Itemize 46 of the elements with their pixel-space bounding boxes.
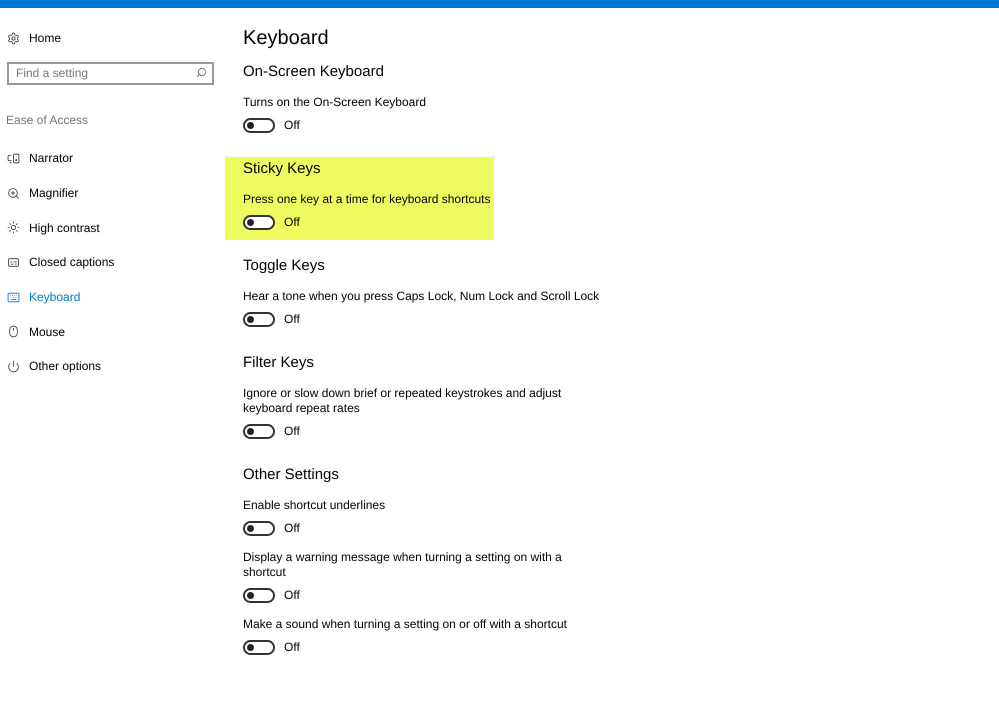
search-field[interactable]: Find a setting xyxy=(7,62,214,84)
setting-description: Turns on the On-Screen Keyboard xyxy=(243,95,426,110)
setting-description: Ignore or slow down brief or repeated keystrokes and adjust keyboard repeat rates xyxy=(243,386,562,416)
captions-icon xyxy=(7,256,20,269)
setting-description: Display a warning message when turning a setting on with a shortcut xyxy=(243,550,563,580)
toggle-switch[interactable] xyxy=(243,312,275,326)
toggle-switch[interactable] xyxy=(243,520,275,536)
toggle-switch[interactable] xyxy=(243,214,275,230)
keyboard-icon xyxy=(7,290,20,304)
toggle-switch[interactable] xyxy=(243,640,275,654)
setting-description: Enable shortcut underlines xyxy=(243,498,386,513)
toggle-state-label: Off xyxy=(284,311,300,328)
section-heading: Other Settings xyxy=(243,465,339,485)
toggle-switch[interactable] xyxy=(243,118,275,132)
nav-item[interactable]: Mouse xyxy=(7,314,214,350)
magnifier-icon xyxy=(7,186,20,200)
nav-item[interactable]: Keyboard xyxy=(7,280,214,314)
toggle-state-label: Off xyxy=(284,423,300,440)
home-link[interactable]: Home xyxy=(29,29,62,47)
toggle-state-label: Off xyxy=(284,214,300,231)
toggle-state-label: Off xyxy=(284,117,300,134)
setting-description: Hear a tone when you press Caps Lock, Num Lock and Scroll Lock xyxy=(243,289,600,304)
group-label: Ease of Access xyxy=(6,112,88,129)
setting-description: Make a sound when turning a setting on or off with a shortcut xyxy=(243,617,567,632)
mouse-icon xyxy=(7,325,20,338)
nav-item[interactable]: High contrast xyxy=(7,210,214,246)
nav-item[interactable]: Other options xyxy=(7,349,214,384)
section-heading: Toggle Keys xyxy=(243,256,325,276)
nav-item[interactable]: Narrator xyxy=(7,141,214,176)
toggle-switch[interactable] xyxy=(243,424,275,438)
search-icon xyxy=(196,67,207,78)
section-heading: On-Screen Keyboard xyxy=(243,62,384,82)
toggle-state-label: Off xyxy=(284,587,300,604)
settings-icon xyxy=(7,32,20,44)
monitor-icon xyxy=(7,152,20,165)
power-icon xyxy=(7,360,20,373)
toggle-switch[interactable] xyxy=(243,588,275,602)
sun-icon xyxy=(7,221,20,234)
setting-description: Press one key at a time for keyboard shortcuts xyxy=(243,192,490,207)
section-heading: Filter Keys xyxy=(243,353,314,373)
section-heading: Sticky Keys xyxy=(243,159,321,179)
page-title: Keyboard xyxy=(243,26,329,51)
nav-item[interactable]: Closed captions xyxy=(7,245,214,280)
toggle-state-label: Off xyxy=(284,520,300,537)
nav-item[interactable]: Magnifier xyxy=(7,176,214,210)
toggle-state-label: Off xyxy=(284,639,300,656)
